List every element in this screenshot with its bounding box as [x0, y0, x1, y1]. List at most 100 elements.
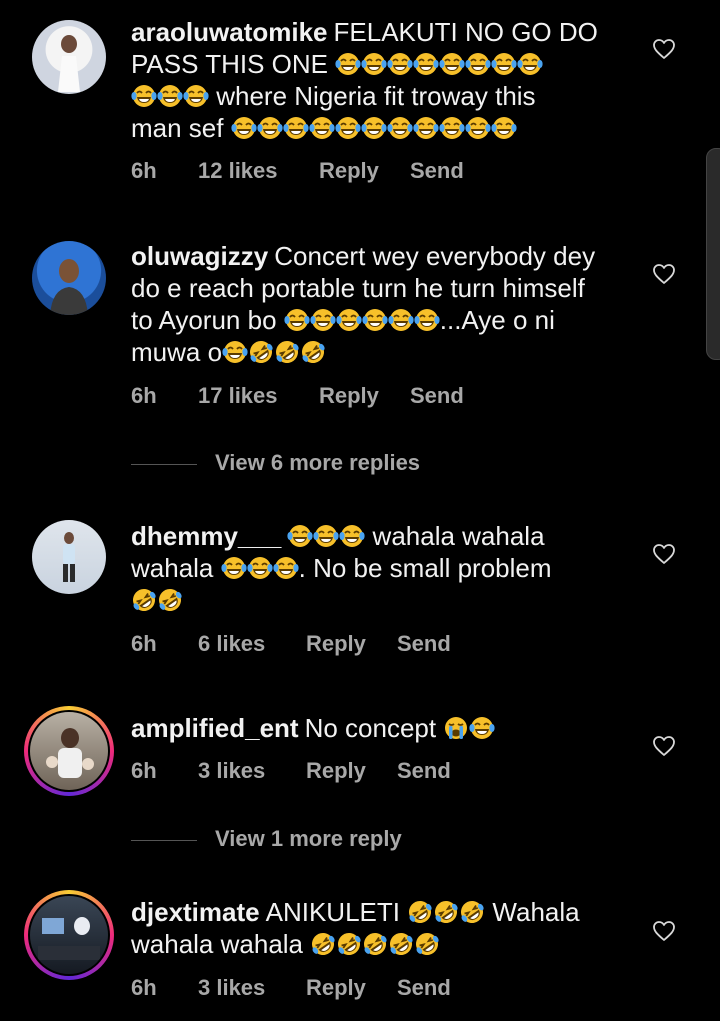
- rofl-emoji-icon: [300, 339, 326, 365]
- scrollbar[interactable]: [706, 148, 720, 360]
- like-heart-icon[interactable]: [652, 38, 676, 60]
- rofl-emoji-icon: [310, 931, 336, 957]
- joy-emoji-icon: [257, 115, 283, 141]
- send-button[interactable]: Send: [397, 631, 451, 657]
- comment-likes[interactable]: 12 likes: [198, 158, 278, 184]
- joy-emoji-icon: [310, 307, 336, 333]
- view-more-replies-button[interactable]: View 6 more replies: [131, 450, 531, 480]
- rofl-emoji-icon: [274, 339, 300, 365]
- avatar[interactable]: [24, 233, 114, 323]
- comment-time: 6h: [131, 758, 157, 783]
- divider: [131, 464, 197, 465]
- reply-button[interactable]: Reply: [306, 975, 366, 1001]
- comment-text: FELAKUTI NO GO DO: [333, 17, 598, 47]
- rofl-emoji-icon: [336, 931, 362, 957]
- joy-emoji-icon: [439, 115, 465, 141]
- reply-button[interactable]: Reply: [306, 758, 366, 784]
- avatar[interactable]: [24, 12, 114, 102]
- comment-text: wahala: [131, 553, 221, 583]
- rofl-emoji-icon: [157, 587, 183, 613]
- joy-emoji-icon: [284, 307, 310, 333]
- like-heart-icon[interactable]: [652, 735, 676, 757]
- sob-emoji-icon: [443, 715, 469, 741]
- joy-emoji-icon: [335, 51, 361, 77]
- comment-likes[interactable]: 3 likes: [198, 758, 265, 784]
- comment-text: Concert wey everybody dey: [274, 241, 596, 271]
- rofl-emoji-icon: [131, 587, 157, 613]
- comment-text: wahala wahala: [365, 521, 545, 551]
- joy-emoji-icon: [283, 115, 309, 141]
- like-heart-icon[interactable]: [652, 263, 676, 285]
- comment-body: djextimate ANIKULETI Wahala wahala wahala: [131, 896, 631, 960]
- rofl-emoji-icon: [414, 931, 440, 957]
- comment-text: Wahala: [485, 897, 580, 927]
- reply-button[interactable]: Reply: [319, 158, 379, 184]
- avatar[interactable]: [24, 706, 114, 796]
- send-button[interactable]: Send: [397, 975, 451, 1001]
- joy-emoji-icon: [387, 115, 413, 141]
- comment-username[interactable]: amplified_ent: [131, 713, 299, 743]
- view-more-replies-button[interactable]: View 1 more reply: [131, 826, 531, 856]
- comment-text: do e reach portable turn he turn himself: [131, 273, 585, 303]
- comment-time: 6h: [131, 383, 157, 408]
- comment-username[interactable]: djextimate: [131, 897, 260, 927]
- comment-likes[interactable]: 17 likes: [198, 383, 278, 409]
- comment-time: 6h: [131, 975, 157, 1000]
- avatar[interactable]: [24, 512, 114, 602]
- view-more-replies-label: View 1 more reply: [215, 826, 402, 851]
- joy-emoji-icon: [361, 51, 387, 77]
- joy-emoji-icon: [336, 307, 362, 333]
- comment-body: amplified_ent No concept: [131, 712, 631, 744]
- comment-text: to Ayorun bo: [131, 305, 284, 335]
- joy-emoji-icon: [362, 307, 388, 333]
- joy-emoji-icon: [465, 115, 491, 141]
- reply-button[interactable]: Reply: [306, 631, 366, 657]
- comment-username[interactable]: dhemmy___: [131, 521, 281, 551]
- rofl-emoji-icon: [433, 899, 459, 925]
- joy-emoji-icon: [517, 51, 543, 77]
- comment-time: 6h: [131, 158, 157, 183]
- joy-emoji-icon: [222, 339, 248, 365]
- joy-emoji-icon: [491, 115, 517, 141]
- send-button[interactable]: Send: [410, 158, 464, 184]
- comment-text: ANIKULETI: [265, 897, 408, 927]
- comment-text: ...Aye o ni: [439, 305, 555, 335]
- like-heart-icon[interactable]: [652, 543, 676, 565]
- comment-likes[interactable]: 6 likes: [198, 631, 265, 657]
- joy-emoji-icon: [313, 523, 339, 549]
- joy-emoji-icon: [157, 83, 183, 109]
- divider: [131, 840, 197, 841]
- joy-emoji-icon: [413, 51, 439, 77]
- comment-likes[interactable]: 3 likes: [198, 975, 265, 1001]
- rofl-emoji-icon: [362, 931, 388, 957]
- send-button[interactable]: Send: [410, 383, 464, 409]
- rofl-emoji-icon: [459, 899, 485, 925]
- joy-emoji-icon: [465, 51, 491, 77]
- send-button[interactable]: Send: [397, 758, 451, 784]
- comment-username[interactable]: oluwagizzy: [131, 241, 268, 271]
- comment-text: man sef: [131, 113, 231, 143]
- comment-username[interactable]: araoluwatomike: [131, 17, 328, 47]
- joy-emoji-icon: [335, 115, 361, 141]
- comment-text: wahala wahala: [131, 929, 311, 959]
- avatar[interactable]: [24, 890, 114, 980]
- joy-emoji-icon: [247, 555, 273, 581]
- joy-emoji-icon: [491, 51, 517, 77]
- joy-emoji-icon: [287, 523, 313, 549]
- comment-text: where Nigeria fit troway this: [209, 81, 536, 111]
- comment-text: muwa o: [131, 337, 223, 367]
- joy-emoji-icon: [439, 51, 465, 77]
- comment-text: PASS THIS ONE: [131, 49, 336, 79]
- like-heart-icon[interactable]: [652, 920, 676, 942]
- joy-emoji-icon: [387, 51, 413, 77]
- joy-emoji-icon: [273, 555, 299, 581]
- comment-text: No concept: [304, 713, 444, 743]
- joy-emoji-icon: [339, 523, 365, 549]
- comment-body: dhemmy___ wahala wahala wahala . No be s…: [131, 520, 631, 616]
- joy-emoji-icon: [231, 115, 257, 141]
- joy-emoji-icon: [221, 555, 247, 581]
- joy-emoji-icon: [414, 307, 440, 333]
- reply-button[interactable]: Reply: [319, 383, 379, 409]
- joy-emoji-icon: [183, 83, 209, 109]
- rofl-emoji-icon: [407, 899, 433, 925]
